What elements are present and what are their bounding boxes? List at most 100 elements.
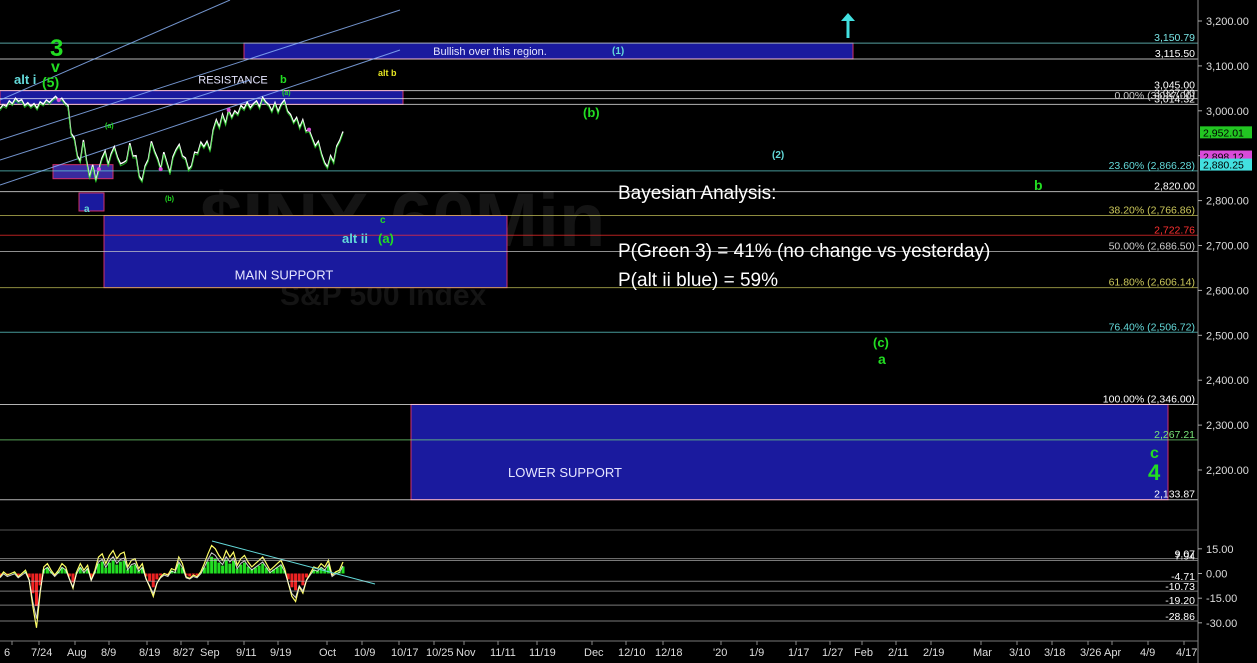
main-support-label: MAIN SUPPORT bbox=[235, 268, 334, 283]
time-tick-label: Oct bbox=[319, 647, 336, 659]
time-tick-label: 10/17 bbox=[391, 647, 419, 659]
wave-label: (a) bbox=[282, 90, 291, 97]
pivot-dot bbox=[307, 127, 312, 132]
price-tick-label: 3,000.00 bbox=[1206, 106, 1249, 118]
bullish-zone bbox=[243, 42, 854, 60]
time-tick-label: Mar bbox=[973, 647, 992, 659]
osc-histogram-bar bbox=[111, 559, 115, 574]
level-label: 3,115.50 bbox=[1155, 48, 1195, 60]
wave-label: b bbox=[1034, 177, 1043, 193]
time-tick-label: Nov bbox=[456, 647, 476, 659]
time-tick-label: 3/18 bbox=[1044, 647, 1065, 659]
osc-histogram-bar bbox=[297, 573, 301, 582]
time-tick-label: 8/9 bbox=[101, 647, 116, 659]
osc-histogram-bar bbox=[118, 561, 122, 574]
time-tick-label: 2/19 bbox=[923, 647, 944, 659]
level-label: 2,820.00 bbox=[1154, 181, 1195, 193]
osc-histogram-bar bbox=[155, 573, 159, 580]
osc-histogram-bar bbox=[151, 573, 155, 588]
time-tick-label: 11/19 bbox=[529, 647, 556, 659]
wave-label: (b) bbox=[165, 196, 174, 203]
osc-histogram-bar bbox=[206, 561, 210, 574]
pivot-dot bbox=[158, 167, 163, 172]
wave-label: alt b bbox=[378, 68, 397, 78]
level-label: 2,722.76 bbox=[1154, 224, 1195, 236]
osc-histogram-bar bbox=[228, 563, 232, 574]
time-tick-label: 12/18 bbox=[655, 647, 683, 659]
osc-histogram-bar bbox=[107, 562, 111, 574]
osc-histogram-bar bbox=[34, 573, 38, 607]
price-badge-label: 2,880.25 bbox=[1203, 160, 1244, 172]
time-tick-label: 7/24 bbox=[31, 647, 52, 659]
osc-histogram-bar bbox=[188, 573, 192, 577]
osc-histogram-bar bbox=[31, 573, 35, 594]
time-tick-label: Dec bbox=[584, 647, 604, 659]
price-tick-label: 2,800.00 bbox=[1206, 196, 1249, 208]
analysis-heading: Bayesian Analysis: bbox=[618, 183, 776, 204]
price-tick-label: 3,200.00 bbox=[1206, 16, 1249, 28]
time-tick-label: 2/11 bbox=[888, 647, 909, 659]
wave-label: alt ii bbox=[342, 231, 368, 246]
wave-label: a bbox=[878, 351, 886, 367]
osc-histogram-bar bbox=[224, 559, 228, 574]
wave-label: 4 bbox=[1148, 460, 1161, 485]
wave-label: alt i bbox=[14, 72, 36, 87]
osc-histogram-bar bbox=[294, 573, 298, 591]
osc-histogram-bar bbox=[305, 573, 309, 578]
bullish-label: Bullish over this region. bbox=[433, 46, 547, 58]
osc-tick-label: -15.00 bbox=[1206, 593, 1237, 605]
osc-histogram-bar bbox=[191, 573, 195, 575]
osc-level-label: 7.94 bbox=[1175, 550, 1196, 562]
time-tick-label: '20 bbox=[713, 647, 727, 659]
level-label: 3,150.79 bbox=[1154, 32, 1195, 44]
wave-label: (1) bbox=[612, 46, 624, 57]
osc-histogram-bar bbox=[261, 563, 265, 574]
price-badge-label: 2,952.01 bbox=[1203, 127, 1244, 139]
wave-label: (a) bbox=[105, 123, 114, 130]
price-tick-label: 2,200.00 bbox=[1206, 465, 1249, 477]
price-tick-label: 2,400.00 bbox=[1206, 375, 1249, 387]
osc-histogram-bar bbox=[290, 573, 294, 588]
osc-histogram-bar bbox=[301, 573, 305, 586]
wave-label: (5) bbox=[42, 74, 59, 90]
osc-tick-label: 0.00 bbox=[1206, 569, 1227, 581]
pivot-dot bbox=[226, 107, 231, 112]
osc-tick-label: -30.00 bbox=[1206, 618, 1237, 630]
osc-histogram-bar bbox=[148, 573, 152, 582]
wave-label: a bbox=[84, 204, 90, 215]
time-tick-label: 3/26 bbox=[1080, 647, 1101, 659]
time-tick-label: 12/10 bbox=[618, 647, 646, 659]
osc-histogram-bar bbox=[100, 561, 104, 574]
osc-histogram-bar bbox=[257, 565, 261, 574]
osc-histogram-bar bbox=[239, 564, 243, 574]
wave-label: (c) bbox=[873, 335, 889, 350]
lower-support-label: LOWER SUPPORT bbox=[508, 465, 622, 480]
chart: $INX,60Min S&P 500 Index Bullish over th… bbox=[0, 0, 1257, 663]
level-label: 2,267.21 bbox=[1154, 429, 1195, 441]
lower-support-zone bbox=[410, 403, 1169, 501]
time-tick-label: Apr bbox=[1104, 647, 1121, 659]
wave-a-box bbox=[78, 192, 105, 212]
fib-zero-label: 0.00% (3,027.00) bbox=[1114, 90, 1195, 102]
wave-label: (b) bbox=[583, 105, 600, 120]
time-tick-label: 1/27 bbox=[822, 647, 843, 659]
time-tick-label: Feb bbox=[854, 647, 873, 659]
time-tick-label: 3/10 bbox=[1009, 647, 1030, 659]
price-tick-label: 2,500.00 bbox=[1206, 330, 1249, 342]
level-label: 61.80% (2,606.14) bbox=[1109, 277, 1195, 289]
time-tick-label: 4/17 bbox=[1176, 647, 1197, 659]
time-tick-label: 6 bbox=[4, 647, 10, 659]
time-tick-label: 9/19 bbox=[270, 647, 291, 659]
time-tick-label: Sep bbox=[200, 647, 220, 659]
resistance-zone bbox=[0, 90, 404, 105]
price-tick-label: 2,600.00 bbox=[1206, 285, 1249, 297]
wave-label: b bbox=[280, 74, 287, 86]
osc-level-label: -10.73 bbox=[1165, 581, 1195, 593]
level-label: 2,133.87 bbox=[1154, 489, 1195, 501]
time-tick-label: 10/25 bbox=[426, 647, 454, 659]
wave-label: c bbox=[380, 215, 386, 226]
level-label: 100.00% (2,346.00) bbox=[1103, 393, 1195, 405]
price-tick-label: 2,300.00 bbox=[1206, 420, 1249, 432]
osc-histogram-bar bbox=[217, 562, 221, 574]
price-tick-label: 3,100.00 bbox=[1206, 61, 1249, 73]
